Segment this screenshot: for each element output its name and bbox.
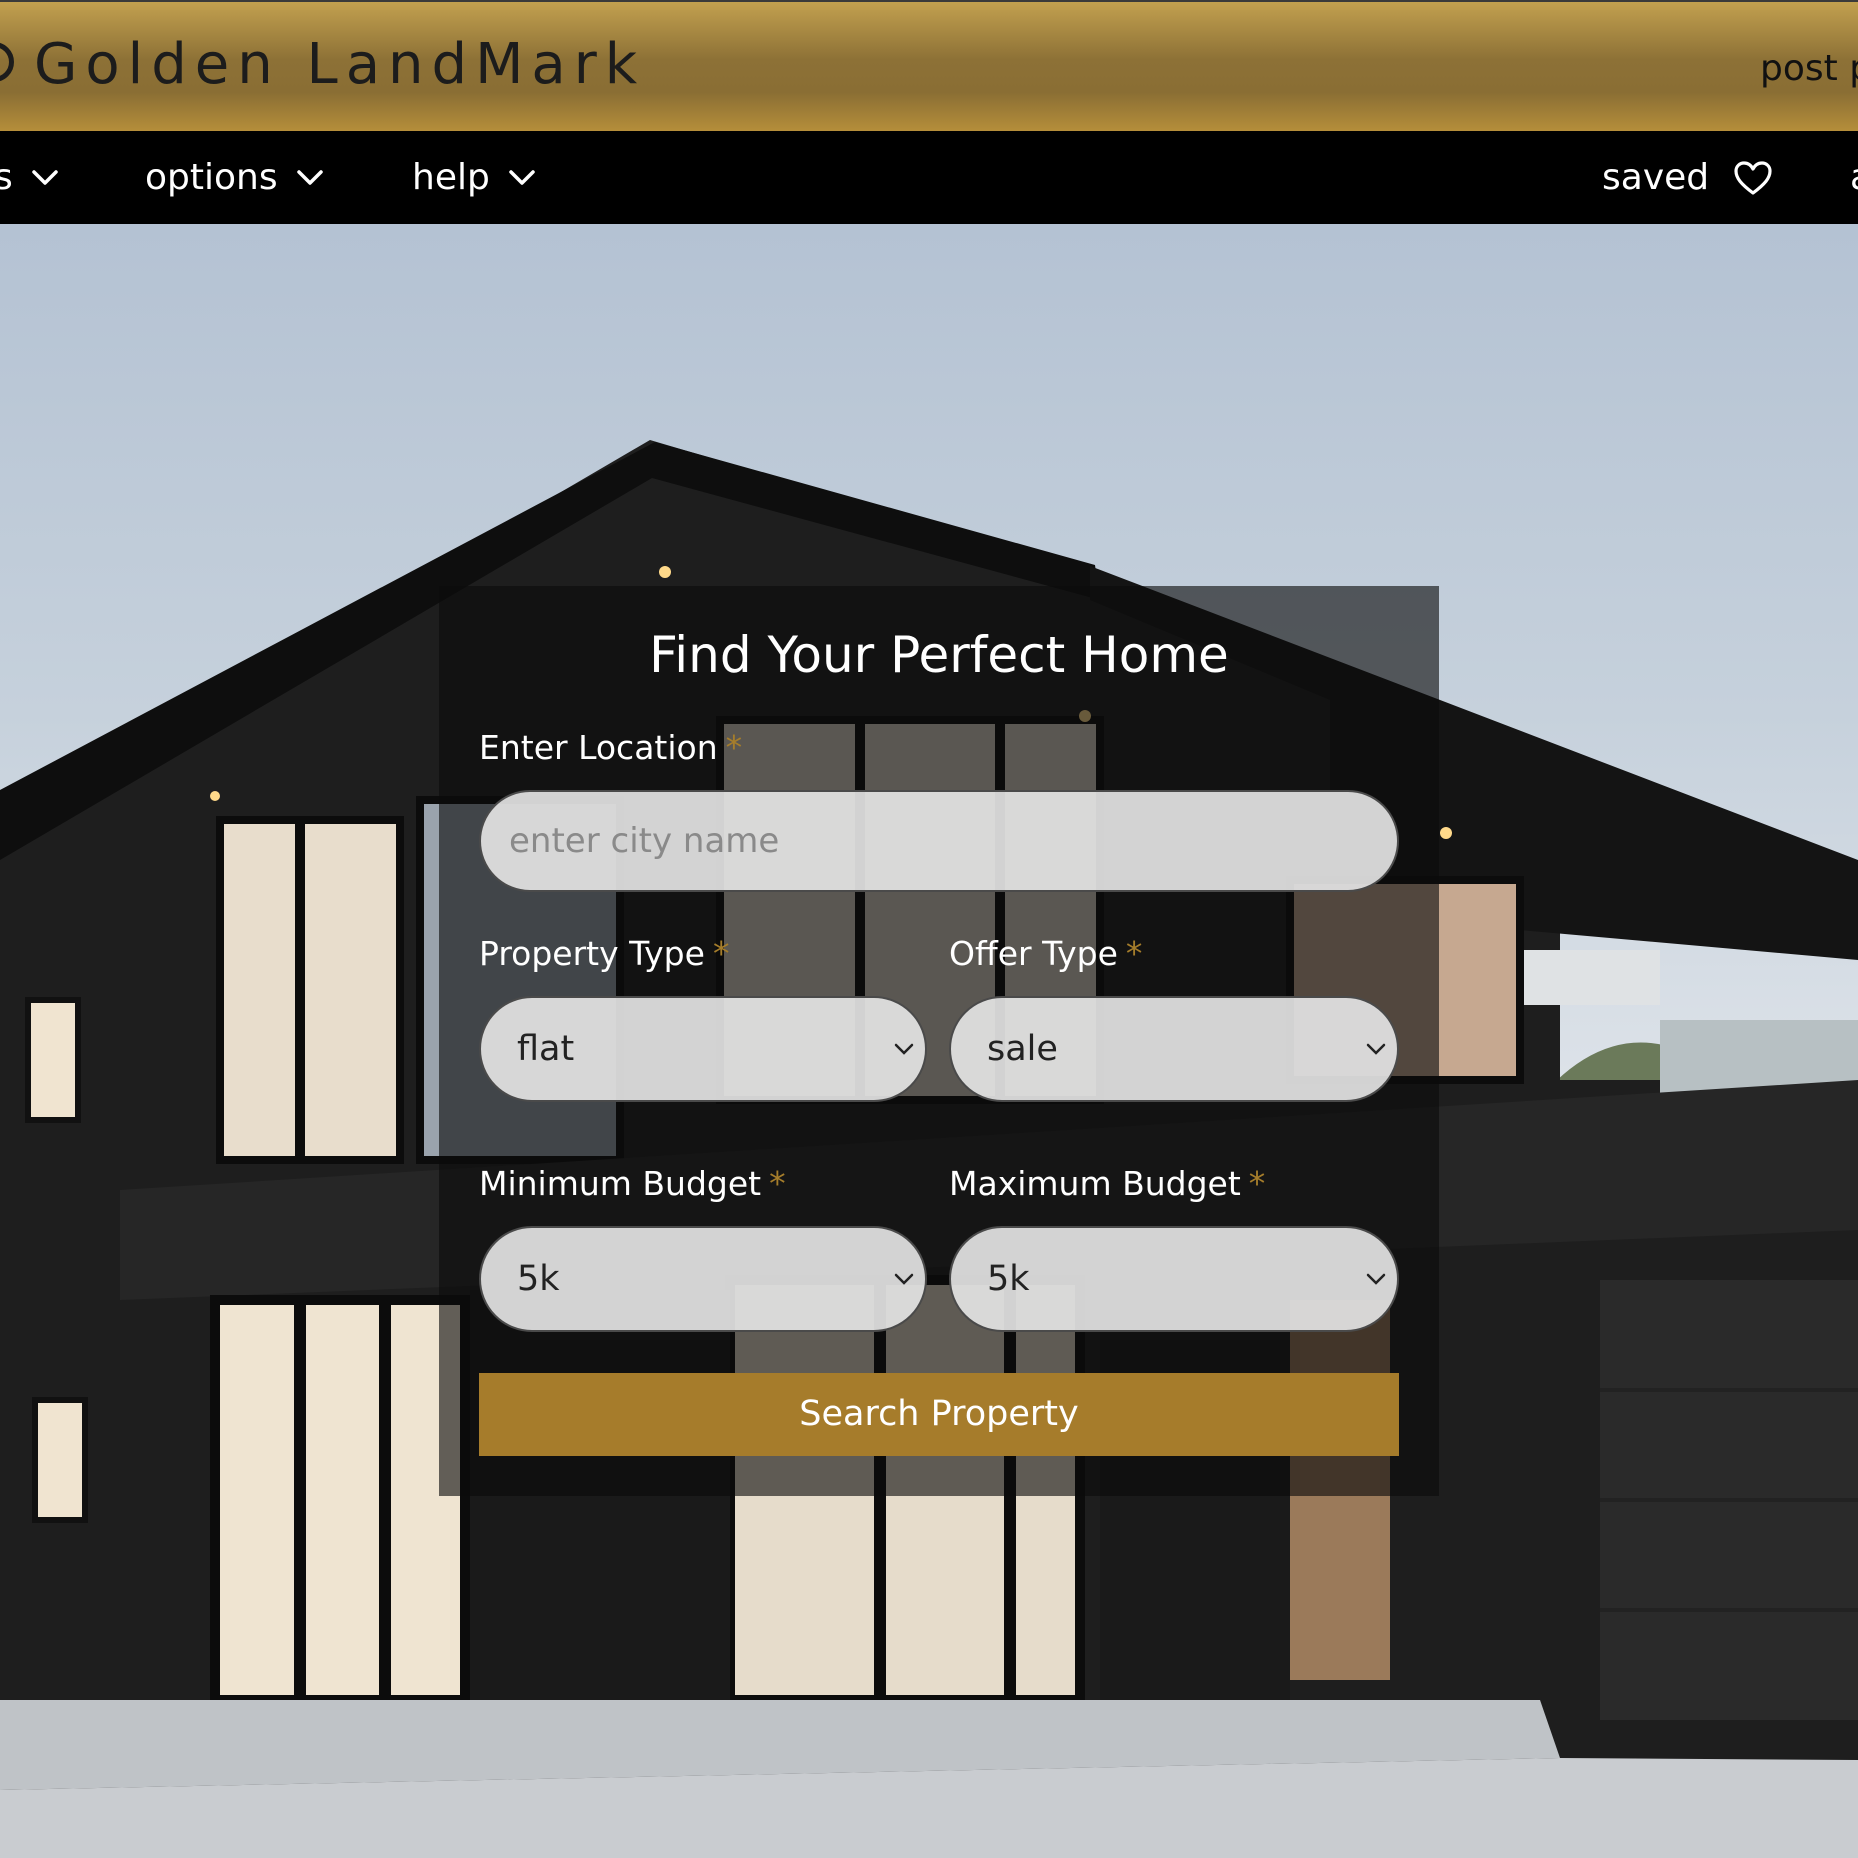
required-marker: * <box>725 728 743 767</box>
chevron-down-icon <box>32 169 58 185</box>
location-label: Enter Location * <box>479 728 742 767</box>
offer-type-select[interactable]: sale <box>949 996 1399 1102</box>
brand-name[interactable]: Golden LandMark <box>34 32 645 97</box>
nav-item-truncated[interactable]: s <box>0 131 59 224</box>
min-budget-label-text: Minimum Budget <box>479 1164 762 1203</box>
heart-icon <box>1734 160 1772 195</box>
max-budget-select[interactable]: 5k <box>949 1226 1399 1332</box>
property-type-value: flat <box>517 1029 575 1069</box>
property-type-select[interactable]: flat <box>479 996 927 1102</box>
property-type-label: Property Type * <box>479 934 729 973</box>
location-input[interactable] <box>479 790 1399 892</box>
chevron-down-icon <box>894 1273 914 1285</box>
location-label-text: Enter Location <box>479 728 718 767</box>
property-search-form: Find Your Perfect Home Enter Location* P… <box>439 586 1439 1496</box>
property-type-label-text: Property Type <box>479 934 705 973</box>
brand-logo-icon[interactable] <box>0 42 14 82</box>
chevron-down-icon <box>296 169 323 185</box>
required-marker: * <box>1125 934 1143 973</box>
max-budget-label-text: Maximum Budget <box>949 1164 1241 1203</box>
nav-item-label: s <box>0 157 13 198</box>
required-marker: * <box>769 1164 786 1203</box>
max-budget-label: Maximum Budget * <box>949 1164 1265 1203</box>
max-budget-value: 5k <box>987 1259 1030 1299</box>
min-budget-label: Minimum Budget * <box>479 1164 786 1203</box>
min-budget-value: 5k <box>517 1259 560 1299</box>
nav-item-label: help <box>412 157 490 198</box>
top-bar: Golden LandMark post p <box>0 0 1858 131</box>
nav-item-saved[interactable]: saved <box>1602 131 1773 224</box>
chevron-down-icon <box>894 1043 914 1055</box>
search-property-button[interactable]: Search Property <box>479 1373 1399 1456</box>
nav-item-help[interactable]: help <box>412 131 536 224</box>
post-property-link[interactable]: post p <box>1760 48 1858 89</box>
nav-item-truncated-right[interactable]: a <box>1850 131 1858 224</box>
offer-type-label: Offer Type * <box>949 934 1142 973</box>
required-marker: * <box>712 934 730 973</box>
chevron-down-icon <box>1366 1273 1386 1285</box>
chevron-down-icon <box>1366 1043 1386 1055</box>
offer-type-label-text: Offer Type <box>949 934 1118 973</box>
min-budget-select[interactable]: 5k <box>479 1226 927 1332</box>
offer-type-value: sale <box>987 1029 1058 1069</box>
main-nav: s options help saved a <box>0 131 1858 224</box>
nav-item-label: options <box>145 157 278 198</box>
nav-item-label: a <box>1850 157 1858 198</box>
search-title: Find Your Perfect Home <box>649 626 1229 684</box>
chevron-down-icon <box>509 169 535 185</box>
required-marker: * <box>1248 1164 1266 1203</box>
nav-item-options[interactable]: options <box>145 131 324 224</box>
nav-item-label: saved <box>1602 157 1710 198</box>
